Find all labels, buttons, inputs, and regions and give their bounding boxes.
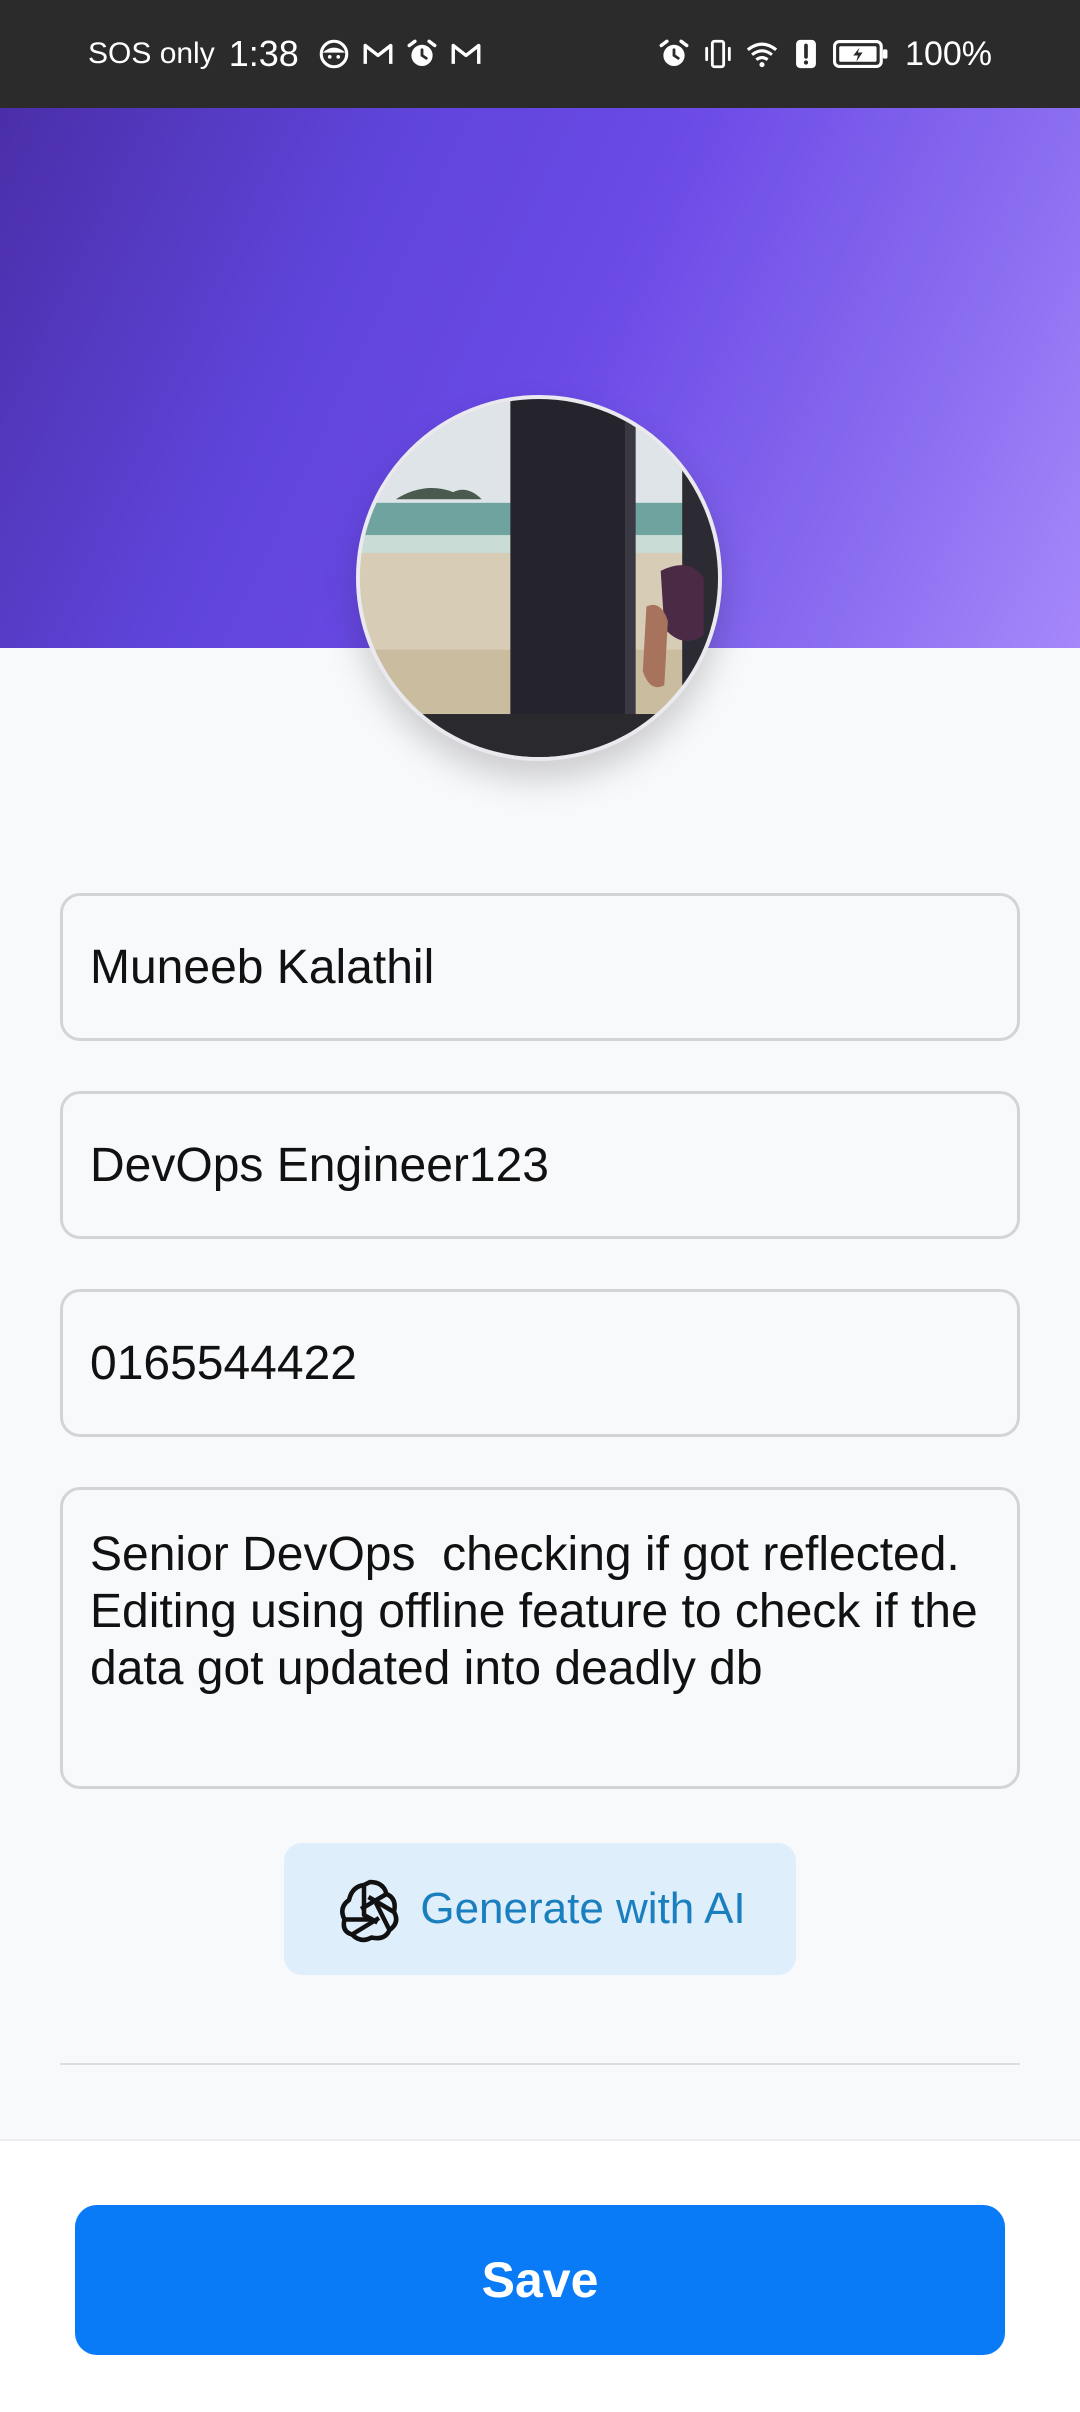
gmail-icon <box>361 37 395 71</box>
alarm-icon <box>657 37 691 71</box>
generate-with-ai-label: Generate with AI <box>420 1884 746 1933</box>
vibrate-icon <box>701 37 735 71</box>
name-value: Muneeb Kalathil <box>90 940 435 994</box>
alert-icon <box>789 37 823 71</box>
name-field[interactable]: Muneeb Kalathil <box>60 893 1020 1041</box>
battery-percentage: 100% <box>905 34 992 73</box>
status-bar-right: 100% <box>657 35 992 74</box>
save-button[interactable]: Save <box>75 2205 1005 2355</box>
generate-with-ai-button[interactable]: Generate with AI <box>284 1843 796 1975</box>
alarm-icon <box>405 37 439 71</box>
avatar[interactable] <box>356 395 722 761</box>
footer-bar: Save <box>0 2139 1080 2412</box>
phone-field[interactable]: 0165544422 <box>60 1289 1020 1437</box>
bio-value: Senior DevOps checking if got reflected.… <box>90 1528 992 1695</box>
openai-logo-icon <box>334 1873 406 1945</box>
status-bar-left: SOS only 1:38 <box>88 33 483 75</box>
network-status: SOS only <box>88 37 215 70</box>
baby-face-icon <box>317 37 351 71</box>
job-title-value: DevOps Engineer123 <box>90 1138 549 1192</box>
battery-charging-icon <box>833 37 889 71</box>
bio-textarea[interactable]: Senior DevOps checking if got reflected.… <box>60 1487 1020 1789</box>
gmail-icon <box>449 37 483 71</box>
wifi-icon <box>745 37 779 71</box>
status-bar: SOS only 1:38 100% <box>0 0 1080 108</box>
job-title-field[interactable]: DevOps Engineer123 <box>60 1091 1020 1239</box>
phone-value: 0165544422 <box>90 1336 357 1390</box>
clock: 1:38 <box>228 33 299 74</box>
divider <box>60 2063 1020 2065</box>
profile-photo-image <box>360 399 718 757</box>
